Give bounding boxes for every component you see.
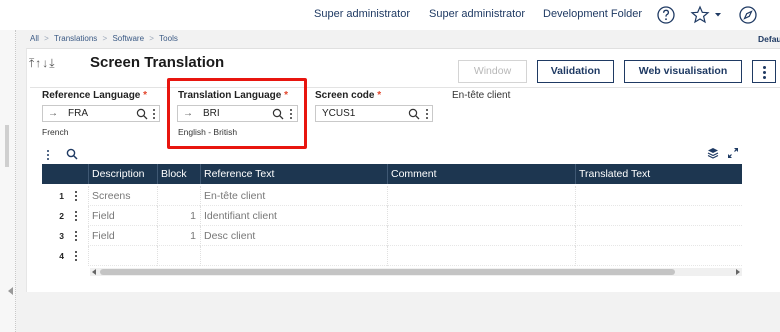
reference-language-description: French [42, 127, 69, 137]
scroll-left-icon[interactable] [92, 269, 96, 275]
breadcrumb-separator-icon: > [102, 34, 108, 43]
top-bar: Super administrator Super administrator … [0, 0, 780, 30]
scrollbar-thumb[interactable] [100, 269, 675, 275]
breadcrumb-item-translations[interactable]: Translations [54, 34, 97, 43]
cell-block[interactable]: 1 [157, 226, 200, 246]
more-actions-button[interactable] [752, 60, 776, 83]
record-nav-arrows[interactable]: ⤒↑↓⤓ [29, 56, 56, 71]
cell-description[interactable]: Field [88, 226, 157, 246]
field-menu-icon[interactable] [426, 109, 429, 119]
cell-reference-text[interactable]: En-tête client [200, 186, 387, 206]
breadcrumb-separator-icon: > [44, 34, 49, 43]
reference-language-value: FRA [68, 108, 88, 119]
grid-header: Description Block Reference Text Comment… [42, 164, 742, 184]
screen-code-label: Screen code * [315, 90, 382, 101]
cell-reference-text[interactable]: Identifiant client [200, 206, 387, 226]
cell-comment[interactable] [387, 246, 575, 266]
row-number: 4 [59, 251, 64, 261]
cell-description[interactable]: Field [88, 206, 157, 226]
search-icon[interactable] [408, 108, 420, 120]
help-icon[interactable] [656, 5, 676, 25]
scroll-right-icon[interactable] [736, 269, 740, 275]
translation-grid: Description Block Reference Text Comment… [42, 164, 742, 276]
row-menu-icon[interactable] [75, 231, 78, 241]
cell-reference-text[interactable] [200, 246, 387, 266]
column-header-block[interactable]: Block [157, 164, 200, 184]
reference-language-field[interactable]: → FRA [42, 105, 160, 122]
cell-translated-text[interactable] [575, 186, 742, 206]
breadcrumb-item-software[interactable]: Software [112, 34, 144, 43]
screen-code-value: YCUS1 [322, 108, 356, 119]
column-header-comment[interactable]: Comment [387, 164, 575, 184]
window-button[interactable]: Window [458, 60, 527, 83]
screen-title-value: En-tête client [452, 90, 511, 101]
cell-comment[interactable] [387, 226, 575, 246]
breadcrumb-separator-icon: > [149, 34, 154, 43]
left-panel-handle[interactable] [5, 125, 9, 167]
validation-button[interactable]: Validation [537, 60, 614, 83]
column-header-translated-text[interactable]: Translated Text [575, 164, 742, 184]
table-row[interactable]: 1 Screens En-tête client [42, 186, 742, 206]
cell-translated-text[interactable] [575, 246, 742, 266]
header-divider [30, 87, 780, 88]
cell-block[interactable] [157, 186, 200, 206]
collapse-left-icon[interactable] [8, 287, 13, 295]
breadcrumb-item-tools[interactable]: Tools [159, 34, 178, 43]
cell-block[interactable]: 1 [157, 206, 200, 226]
arrow-right-icon: → [48, 108, 58, 119]
folder-menu-link[interactable]: Development Folder [543, 8, 642, 20]
breadcrumb-item-all[interactable]: All [30, 34, 39, 43]
table-row[interactable]: 3 Field 1 Desc client [42, 226, 742, 246]
breadcrumb: All > Translations > Software > Tools [30, 34, 181, 48]
cell-block[interactable] [157, 246, 200, 266]
user-menu-link[interactable]: Super administrator [314, 8, 410, 20]
star-icon[interactable] [690, 5, 710, 25]
grid-menu-icon[interactable] [47, 149, 50, 161]
layers-icon[interactable] [707, 147, 719, 159]
cell-description[interactable]: Screens [88, 186, 157, 206]
row-number: 1 [59, 191, 64, 201]
field-menu-icon[interactable] [153, 109, 156, 119]
table-row[interactable]: 2 Field 1 Identifiant client [42, 206, 742, 226]
horizontal-scrollbar[interactable] [90, 268, 742, 276]
chevron-down-icon[interactable] [713, 9, 723, 19]
cell-comment[interactable] [387, 206, 575, 226]
expand-icon[interactable] [727, 147, 739, 159]
row-number: 2 [59, 211, 64, 221]
row-menu-icon[interactable] [75, 191, 78, 201]
translation-language-highlight [167, 78, 307, 149]
column-header-reference-text[interactable]: Reference Text [200, 164, 387, 184]
cell-description[interactable] [88, 246, 157, 266]
page-title: Screen Translation [90, 54, 225, 71]
column-header-description[interactable]: Description [88, 164, 157, 184]
cell-translated-text[interactable] [575, 226, 742, 246]
cell-comment[interactable] [387, 186, 575, 206]
screen-code-field[interactable]: YCUS1 [315, 105, 433, 122]
default-label[interactable]: Defau [758, 34, 780, 44]
row-menu-icon[interactable] [75, 251, 78, 261]
role-menu-link[interactable]: Super administrator [429, 8, 525, 20]
grid-search-icon[interactable] [66, 148, 78, 160]
web-visualisation-button[interactable]: Web visualisation [624, 60, 742, 83]
row-number: 3 [59, 231, 64, 241]
cell-reference-text[interactable]: Desc client [200, 226, 387, 246]
reference-language-label: Reference Language * [42, 90, 148, 101]
table-row[interactable]: 4 [42, 246, 742, 266]
row-menu-icon[interactable] [75, 211, 78, 221]
search-icon[interactable] [136, 108, 148, 120]
cell-translated-text[interactable] [575, 206, 742, 226]
compass-icon[interactable] [738, 5, 758, 25]
